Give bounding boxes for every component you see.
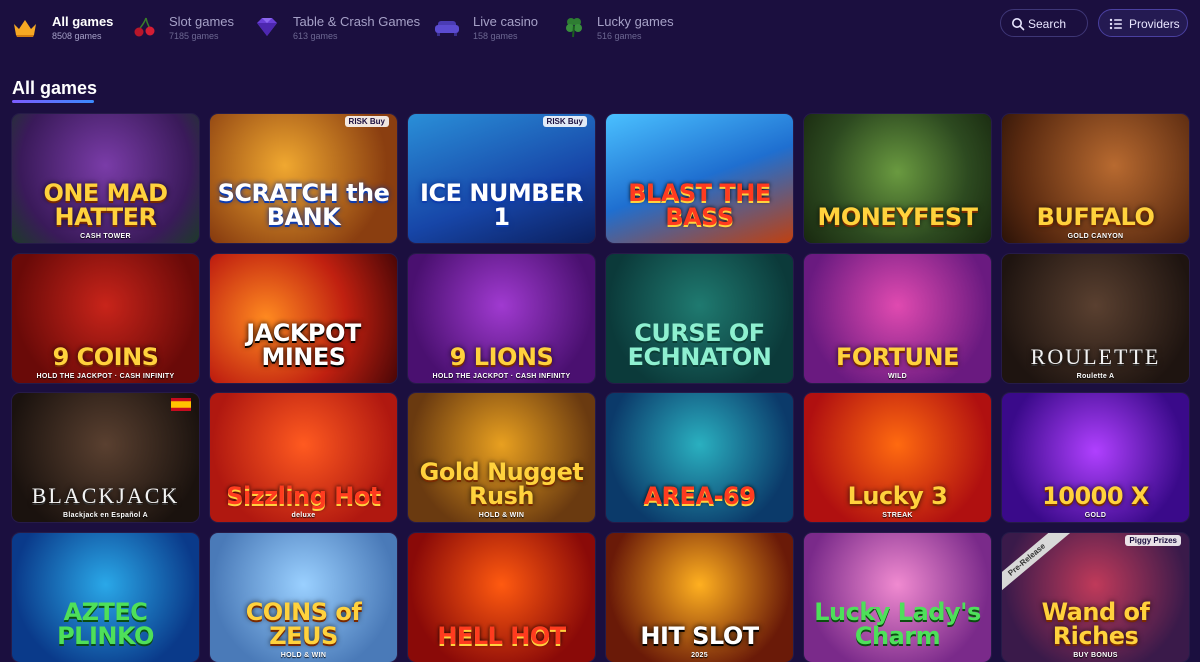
game-tile[interactable]: 9 LIONS HOLD THE JACKPOT · CASH INFINITY <box>408 254 595 383</box>
game-tile[interactable]: COINS of ZEUS HOLD & WIN <box>210 533 397 662</box>
category-label: Slot games <box>169 14 235 29</box>
game-tile[interactable]: HELL HOT <box>408 533 595 662</box>
game-tile[interactable]: 10000 X GOLD <box>1002 393 1189 522</box>
game-title: JACKPOT MINES <box>246 319 361 371</box>
game-title: ROULETTE <box>1030 344 1161 369</box>
game-title: BUFFALO <box>1036 203 1155 231</box>
game-tile[interactable]: Lucky 3 STREAK <box>804 393 991 522</box>
game-tile[interactable]: AZTEC PLINKO <box>12 533 199 662</box>
game-title: FORTUNE <box>835 343 960 371</box>
section-title: All games <box>12 78 98 98</box>
category-slot-games[interactable]: Slot games 7185 games <box>132 12 242 44</box>
game-tile[interactable]: BLAST THE BASS <box>606 114 793 243</box>
category-nav: All games 8508 games Slot games 7185 gam… <box>0 0 1200 48</box>
game-subtitle: HOLD & WIN <box>280 652 327 659</box>
game-subtitle: Roulette A <box>1076 373 1115 380</box>
game-title: ICE NUMBER 1 <box>420 179 583 231</box>
game-tile[interactable]: FORTUNE WILD <box>804 254 991 383</box>
game-title: BLAST THE BASS <box>628 179 771 231</box>
game-badge: RISK Buy <box>344 116 389 127</box>
game-tile[interactable]: 9 COINS HOLD THE JACKPOT · CASH INFINITY <box>12 254 199 383</box>
search-button-label: Search <box>1028 17 1067 31</box>
game-title: MONEYFEST <box>817 203 978 231</box>
game-title: 10000 X <box>1042 482 1149 510</box>
game-tile[interactable]: MONEYFEST <box>804 114 991 243</box>
category-lucky-games[interactable]: Lucky games 516 games <box>561 12 674 44</box>
category-count: 613 games <box>293 31 338 41</box>
game-title: HIT SLOT <box>640 622 759 650</box>
game-subtitle: 2025 <box>691 652 708 659</box>
game-title: 9 COINS <box>52 343 159 371</box>
game-subtitle: HOLD & WIN <box>478 512 525 519</box>
game-tile[interactable]: JACKPOT MINES <box>210 254 397 383</box>
game-tile[interactable]: Pre-Release Piggy Prizes Wand of Riches BUY… <box>1002 533 1189 662</box>
game-tile[interactable]: Lucky Lady's Charm <box>804 533 991 662</box>
game-badge: Piggy Prizes <box>1125 535 1181 546</box>
game-title: CURSE OF ECHNATON <box>627 319 772 371</box>
list-icon <box>1109 18 1122 30</box>
section-title-underline <box>12 100 94 103</box>
game-title: BLACKJACK <box>31 483 180 508</box>
cherries-icon <box>134 17 155 37</box>
game-subtitle: GOLD CANYON <box>1067 233 1124 240</box>
diamond-icon <box>257 18 277 36</box>
game-tile[interactable]: ONE MAD HATTER CASH TOWER <box>12 114 199 243</box>
game-tile[interactable]: RISK Buy ICE NUMBER 1 <box>408 114 595 243</box>
game-subtitle: WILD <box>887 373 908 380</box>
game-subtitle: STREAK <box>882 512 913 519</box>
game-tile[interactable]: Sizzling Hot deluxe <box>210 393 397 522</box>
category-all-games[interactable]: All games 8508 games <box>12 12 114 44</box>
category-count: 158 games <box>473 31 518 41</box>
game-tile[interactable]: RISK Buy SCRATCH the BANK <box>210 114 397 243</box>
game-tile[interactable]: HIT SLOT 2025 <box>606 533 793 662</box>
search-button[interactable]: Search <box>1000 9 1088 37</box>
game-title: SCRATCH the BANK <box>217 179 390 231</box>
category-label: All games <box>52 14 114 29</box>
game-title: Lucky 3 <box>847 482 948 510</box>
game-title: 9 LIONS <box>449 343 554 371</box>
category-count: 516 games <box>597 31 642 41</box>
game-title: ONE MAD HATTER <box>43 179 168 231</box>
category-table-crash-games[interactable]: Table & Crash Games 613 games <box>254 12 420 44</box>
couch-icon <box>435 21 459 36</box>
providers-button[interactable]: Providers <box>1098 9 1188 37</box>
game-tile[interactable]: BUFFALO GOLD CANYON <box>1002 114 1189 243</box>
game-title: HELL HOT <box>437 622 566 650</box>
game-title: Gold Nugget Rush <box>419 458 584 510</box>
game-title: AREA-69 <box>643 482 756 510</box>
game-title: Sizzling Hot <box>226 482 381 510</box>
clover-icon <box>566 18 582 38</box>
game-tile[interactable]: AREA-69 <box>606 393 793 522</box>
game-subtitle: deluxe <box>291 512 316 519</box>
game-subtitle: HOLD THE JACKPOT · CASH INFINITY <box>36 373 175 380</box>
search-icon <box>1012 18 1025 31</box>
game-subtitle: CASH TOWER <box>80 233 131 240</box>
category-label: Table & Crash Games <box>293 14 421 29</box>
game-tile[interactable]: BLACKJACK Blackjack en Español A <box>12 393 199 522</box>
category-label: Lucky games <box>597 14 674 29</box>
game-subtitle: Blackjack en Español A <box>63 512 148 519</box>
game-subtitle: BUY BONUS <box>1073 652 1118 659</box>
crown-icon <box>14 20 36 37</box>
category-count: 8508 games <box>52 31 102 41</box>
category-count: 7185 games <box>169 31 219 41</box>
game-badge: RISK Buy <box>542 116 587 127</box>
game-tile[interactable]: ROULETTE Roulette A <box>1002 254 1189 383</box>
game-subtitle: GOLD <box>1084 512 1107 519</box>
providers-button-label: Providers <box>1129 17 1180 31</box>
category-live-casino[interactable]: Live casino 158 games <box>434 12 544 44</box>
category-label: Live casino <box>473 14 539 29</box>
game-tile[interactable]: Gold Nugget Rush HOLD & WIN <box>408 393 595 522</box>
game-tile[interactable]: CURSE OF ECHNATON <box>606 254 793 383</box>
spain-flag-icon <box>171 398 191 411</box>
game-subtitle: HOLD THE JACKPOT · CASH INFINITY <box>432 373 571 380</box>
